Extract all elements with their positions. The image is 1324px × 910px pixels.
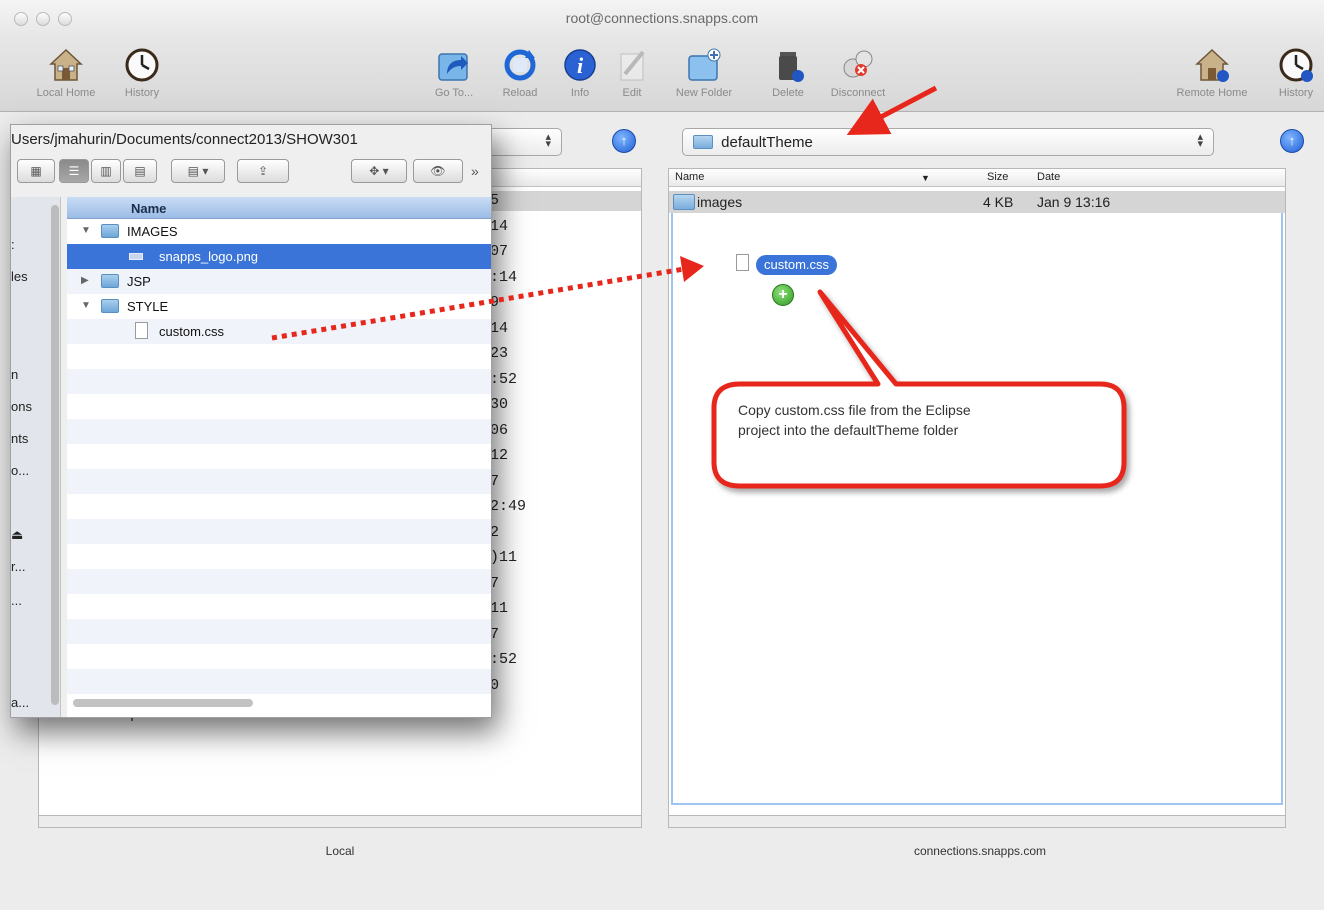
callout-bubble (711, 289, 1127, 489)
drag-arrowhead-icon (680, 256, 704, 282)
callout-line-1: Copy custom.css file from the Eclipse (738, 402, 971, 418)
callout-text: Copy custom.css file from the Eclipse pr… (738, 400, 1098, 440)
annotation-layer (271, 85, 1127, 489)
callout-line-2: project into the defaultTheme folder (738, 422, 959, 438)
drag-path-dotted-arrow (271, 265, 691, 341)
path-pointer-arrow (846, 85, 938, 135)
